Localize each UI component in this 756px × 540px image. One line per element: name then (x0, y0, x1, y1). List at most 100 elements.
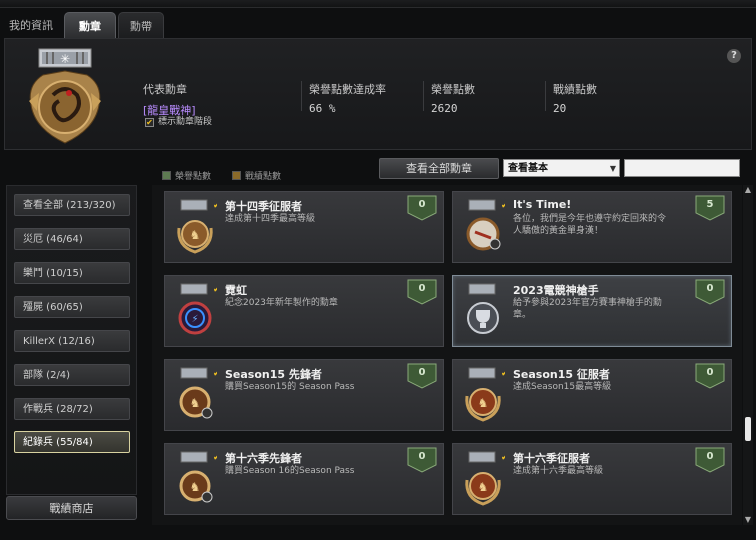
battle-points: 戰績點數 20 (553, 81, 597, 115)
tab-medals[interactable]: 勳章 (64, 12, 116, 38)
medal-card[interactable]: ✔ ♞ 第十四季征服者 達成第十四季最高等級 0 (164, 191, 444, 263)
medal-title: It's Time! (513, 198, 572, 211)
honor-points-badge: 5 (695, 195, 725, 221)
medal-desc: 各位，我們是今年也遵守約定回來的令人驕傲的黃金單身漢！ (513, 214, 667, 236)
sidebar-item-killerx[interactable]: KillerX (12/16) (14, 330, 130, 352)
svg-text:✔: ✔ (213, 369, 217, 379)
watch-medal-icon: ✔ (466, 199, 505, 251)
representative-label: 代表勳章 (143, 83, 187, 96)
sidebar-item-fight[interactable]: 樂鬥 (10/15) (14, 262, 130, 284)
svg-text:✔: ✔ (213, 453, 217, 463)
medal-points: 5 (706, 199, 714, 210)
medal-grid-scrollbar[interactable]: ▲ ▼ (743, 185, 753, 525)
medal-title: Season15 征服者 (513, 368, 610, 381)
honor-points-badge: 0 (695, 279, 725, 305)
honor-swatch-icon (162, 171, 171, 180)
medal-grid: ✔ ♞ 第十四季征服者 達成第十四季最高等級 0 ✔ It's Time! 各位，… (152, 185, 742, 525)
honor-points-value: 2620 (431, 102, 458, 115)
svg-text:✔: ✔ (501, 201, 505, 211)
show-rank-checkbox[interactable]: ✔ (145, 118, 154, 127)
medal-title: 第十六季先鋒者 (225, 452, 302, 465)
medal-points: 0 (418, 283, 426, 294)
honor-points-badge: 0 (695, 363, 725, 389)
chevron-down-icon[interactable]: ▼ (610, 160, 616, 177)
svg-text:♞: ♞ (190, 396, 201, 410)
scroll-up-icon[interactable]: ▲ (743, 185, 753, 195)
pioneer-medal-icon: ✔♞ (179, 367, 217, 419)
svg-text:♞: ♞ (478, 396, 489, 410)
medal-title: 第十六季征服者 (513, 452, 590, 465)
category-sidebar: 查看全部 (213/320) 災厄 (46/64) 樂鬥 (10/15) 殭屍 … (6, 185, 137, 495)
show-rank-toggle[interactable]: ✔ 標示勳章階段 (145, 114, 212, 127)
battle-swatch-icon (232, 171, 241, 180)
svg-text:♞: ♞ (478, 480, 489, 494)
scroll-thumb[interactable] (745, 417, 751, 441)
sidebar-item-disaster[interactable]: 災厄 (46/64) (14, 228, 130, 250)
medal-card[interactable]: ✔ ♞ 第十六季征服者 達成第十六季最高等級 0 (452, 443, 732, 515)
medal-summary-panel: ? ✳ 代表勳章 [龍皇戰神] 榮譽點數達成率 66 % 榮譽點數 2620 戰… (4, 38, 752, 150)
svg-text:♞: ♞ (190, 480, 201, 494)
honor-points-badge: 0 (407, 195, 437, 221)
help-icon[interactable]: ? (727, 49, 741, 63)
sidebar-item-zombie[interactable]: 殭屍 (60/65) (14, 296, 130, 318)
svg-text:⚡: ⚡ (191, 314, 198, 325)
honor-points: 榮譽點數 2620 (431, 81, 475, 115)
sidebar-item-record[interactable]: 紀錄兵 (55/84) (14, 431, 130, 453)
medal-title: 第十四季征服者 (225, 200, 302, 213)
tab-my-info[interactable]: 我的資訊 (0, 12, 62, 38)
divider (301, 81, 302, 111)
medal-title: Season15 先鋒者 (225, 368, 322, 381)
tab-ribbons[interactable]: 勳帶 (118, 12, 164, 38)
neon-medal-icon: ✔⚡ (178, 283, 217, 335)
pioneer-medal-icon: ✔♞ (179, 451, 217, 503)
medal-points: 0 (418, 367, 426, 378)
laurel-medal-icon: ✔♞ (177, 199, 217, 254)
laurel-medal-icon: ✔♞ (465, 367, 505, 422)
medal-desc: 購買Season 16的Season Pass (225, 466, 355, 476)
laurel-medal-icon: ✔♞ (465, 451, 505, 506)
search-input[interactable] (624, 159, 740, 177)
trophy-medal-icon (467, 283, 499, 334)
medal-points: 0 (706, 451, 714, 462)
svg-text:♞: ♞ (190, 228, 201, 242)
medal-desc: 給予參與2023年官方賽事神槍手的勳章。 (513, 298, 662, 320)
dragon-emblem-icon: ✳ (29, 48, 101, 144)
sidebar-item-all[interactable]: 查看全部 (213/320) (14, 194, 130, 216)
view-filter-value: 查看基本 (508, 163, 548, 174)
honor-points-badge: 0 (407, 363, 437, 389)
medal-desc: 達成Season15最高等級 (513, 382, 612, 392)
svg-text:✔: ✔ (213, 285, 217, 295)
battle-points-value: 20 (553, 102, 567, 115)
medal-card[interactable]: 2023電競神槍手 給予參與2023年官方賽事神槍手的勳章。 0 (452, 275, 732, 347)
honor-rate-label: 榮譽點數達成率 (309, 83, 386, 96)
medal-title: 2023電競神槍手 (513, 284, 599, 297)
sidebar-item-combat[interactable]: 作戰兵 (28/72) (14, 398, 130, 420)
medal-card[interactable]: ✔ ♞ Season15 征服者 達成Season15最高等級 0 (452, 359, 732, 431)
medal-card[interactable]: ✔ ⚡ 霓虹 紀念2023年新年製作的勳章 0 (164, 275, 444, 347)
battle-shop-button[interactable]: 戰績商店 (6, 496, 137, 520)
medal-title: 霓虹 (225, 284, 247, 297)
medal-card[interactable]: ✔ ♞ 第十六季先鋒者 購買Season 16的Season Pass 0 (164, 443, 444, 515)
medal-card[interactable]: ✔ It's Time! 各位，我們是今年也遵守約定回來的令人驕傲的黃金單身漢！… (452, 191, 732, 263)
medal-points: 0 (418, 199, 426, 210)
view-all-medals-button[interactable]: 查看全部勳章 (379, 158, 499, 179)
medal-desc: 達成第十四季最高等級 (225, 214, 316, 224)
svg-text:✔: ✔ (501, 453, 505, 463)
legend-honor-label: 榮譽點數 (175, 172, 212, 182)
scroll-down-icon[interactable]: ▼ (743, 515, 753, 525)
medal-points: 0 (418, 451, 426, 462)
representative-medal: 代表勳章 [龍皇戰神] (143, 81, 293, 118)
divider (545, 81, 546, 111)
battle-points-label: 戰績點數 (553, 83, 597, 96)
svg-text:✔: ✔ (501, 369, 505, 379)
legend-honor: 榮譽點數 (162, 169, 211, 182)
tab-bar: 我的資訊 勳章 勳帶 (0, 12, 756, 38)
medal-card[interactable]: ✔ ♞ Season15 先鋒者 購買Season15的 Season Pass … (164, 359, 444, 431)
medal-desc: 購買Season15的 Season Pass (225, 382, 355, 392)
view-filter-select[interactable]: 查看基本 ▼ (503, 159, 620, 177)
svg-text:✔: ✔ (213, 201, 217, 211)
honor-points-badge: 0 (407, 279, 437, 305)
legend-battle: 戰績點數 (232, 169, 281, 182)
sidebar-item-squad[interactable]: 部隊 (2/4) (14, 364, 130, 386)
svg-text:✳: ✳ (60, 52, 70, 66)
